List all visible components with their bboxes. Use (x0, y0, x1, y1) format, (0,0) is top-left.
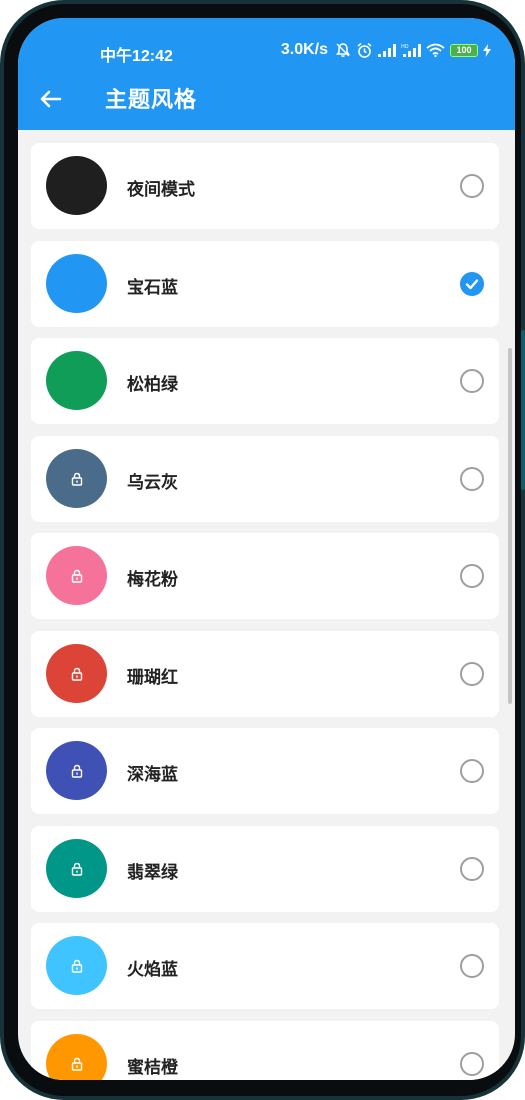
theme-item[interactable]: 深海蓝 (31, 728, 499, 814)
theme-item[interactable]: 乌云灰 (31, 436, 499, 522)
hd-signal-icon: HD (401, 43, 421, 57)
theme-item[interactable]: 松柏绿 (31, 338, 499, 424)
theme-name: 松柏绿 (127, 375, 178, 395)
theme-item[interactable]: 蜜桔橙 (31, 1021, 499, 1080)
theme-name: 翡翠绿 (127, 863, 178, 883)
alarm-icon (356, 42, 373, 59)
theme-name: 珊瑚红 (127, 668, 178, 688)
svg-text:HD: HD (401, 44, 409, 50)
status-bar: 中午12:42 3.0K/s HD 100 (18, 38, 515, 65)
status-time: 中午12:42 (100, 48, 173, 65)
theme-name: 梅花粉 (127, 570, 178, 590)
lock-icon (71, 959, 82, 973)
radio-button[interactable] (460, 174, 484, 198)
lock-icon (71, 569, 82, 583)
theme-item[interactable]: 夜间模式 (31, 143, 499, 229)
phone-bezel: 中午12:42 3.0K/s HD 100 主题风格 夜间模式 宝石蓝 松柏绿 … (4, 4, 521, 1096)
page-title: 主题风格 (105, 88, 198, 113)
back-button[interactable] (36, 84, 66, 114)
color-swatch (46, 936, 107, 995)
arrow-left-icon (40, 90, 62, 108)
radio-button[interactable] (460, 662, 484, 686)
color-swatch (46, 351, 107, 410)
signal-icon (378, 43, 396, 57)
radio-button[interactable] (460, 564, 484, 588)
scrollbar[interactable] (508, 348, 512, 704)
phone-frame: 中午12:42 3.0K/s HD 100 主题风格 夜间模式 宝石蓝 松柏绿 … (0, 0, 525, 1100)
lock-icon (71, 472, 82, 486)
screen: 中午12:42 3.0K/s HD 100 主题风格 夜间模式 宝石蓝 松柏绿 … (18, 18, 515, 1080)
lock-icon (71, 862, 82, 876)
color-swatch (46, 254, 107, 313)
color-swatch (46, 156, 107, 215)
theme-name: 宝石蓝 (127, 278, 178, 298)
color-swatch (46, 449, 107, 508)
color-swatch (46, 741, 107, 800)
radio-checked[interactable] (460, 272, 484, 296)
lock-icon (71, 1057, 82, 1071)
charging-icon (483, 43, 491, 57)
side-button (521, 330, 525, 490)
theme-name: 蜜桔橙 (127, 1058, 178, 1078)
app-bar: 主题风格 (18, 74, 515, 122)
radio-button[interactable] (460, 467, 484, 491)
color-swatch (46, 546, 107, 605)
check-icon (465, 279, 479, 290)
theme-name: 乌云灰 (127, 473, 178, 493)
theme-item[interactable]: 梅花粉 (31, 533, 499, 619)
theme-name: 火焰蓝 (127, 960, 178, 980)
radio-button[interactable] (460, 759, 484, 783)
color-swatch (46, 839, 107, 898)
radio-button[interactable] (460, 857, 484, 881)
wifi-icon (426, 43, 445, 57)
header: 中午12:42 3.0K/s HD 100 主题风格 (18, 18, 515, 130)
theme-name: 深海蓝 (127, 765, 178, 785)
network-speed: 3.0K/s (280, 41, 328, 58)
color-swatch (46, 644, 107, 703)
theme-item[interactable]: 翡翠绿 (31, 826, 499, 912)
battery-icon: 100 (450, 43, 478, 57)
radio-button[interactable] (460, 369, 484, 393)
bell-muted-icon (335, 42, 351, 58)
theme-name: 夜间模式 (127, 180, 195, 200)
lock-icon (71, 667, 82, 681)
status-right: 3.0K/s HD 100 (281, 41, 491, 59)
theme-item[interactable]: 宝石蓝 (31, 241, 499, 327)
color-swatch (46, 1034, 107, 1080)
theme-item[interactable]: 珊瑚红 (31, 631, 499, 717)
lock-icon (71, 764, 82, 778)
theme-item[interactable]: 火焰蓝 (31, 923, 499, 1009)
radio-button[interactable] (460, 954, 484, 978)
radio-button[interactable] (460, 1052, 484, 1076)
